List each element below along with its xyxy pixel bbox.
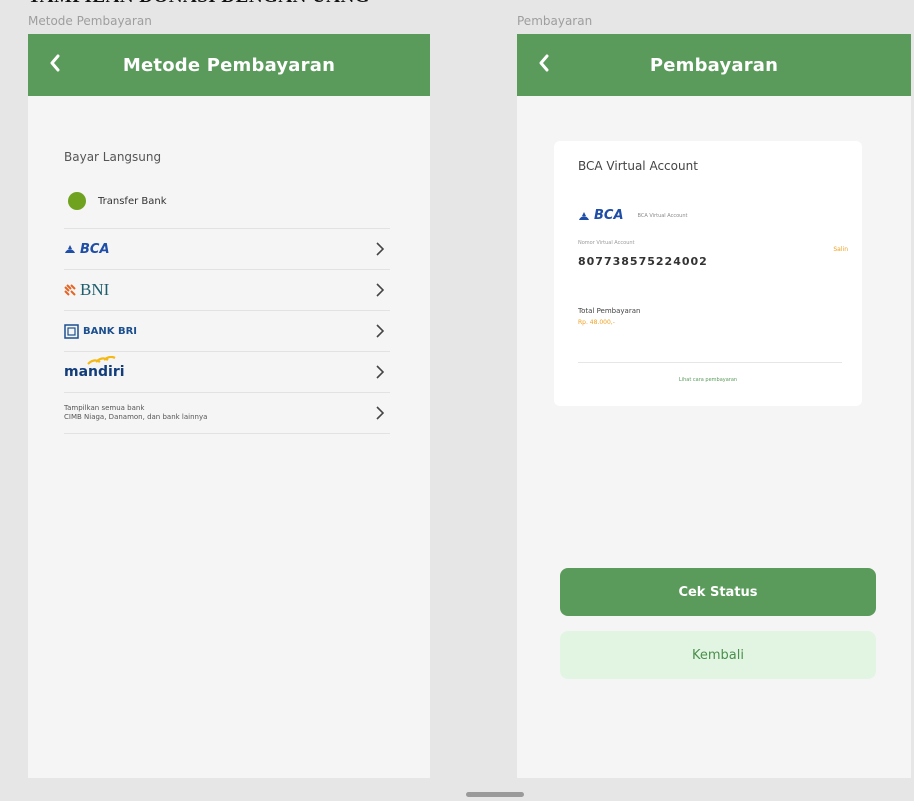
divider: [578, 362, 842, 363]
chevron-right-icon: [370, 239, 390, 259]
bank-list: BCA BNI BANK BRI mandiri Tampilkan semua…: [64, 228, 390, 434]
app-bar: Metode Pembayaran: [28, 34, 430, 96]
bank-subtitle: BCA Virtual Account: [637, 212, 688, 219]
bank-item-bca[interactable]: BCA: [64, 228, 390, 269]
section-title: Bayar Langsung: [64, 150, 162, 164]
bri-logo: BANK BRI: [64, 323, 137, 339]
bank-item-bri[interactable]: BANK BRI: [64, 310, 390, 351]
bri-mark-icon: [64, 323, 79, 339]
app-bar: Pembayaran: [517, 34, 911, 96]
home-indicator: [466, 792, 524, 797]
frame-label-pembayaran: Pembayaran: [517, 14, 593, 28]
bni-mark-icon: [64, 284, 76, 296]
method-label: Transfer Bank: [98, 195, 167, 207]
chevron-right-icon: [370, 280, 390, 300]
chevron-right-icon: [370, 403, 390, 423]
payment-method-screen: Metode Pembayaran Bayar Langsung Transfe…: [28, 34, 430, 778]
total-label: Total Pembayaran: [578, 307, 641, 315]
bca-mark-icon: [65, 245, 75, 253]
va-label: Nomor Virtual Account: [578, 240, 635, 246]
document-heading: TAMPILAN DONASI DENGAN UANG: [0, 0, 914, 8]
payment-instructions-link[interactable]: Lihat cara pembayaran: [554, 377, 862, 383]
back-button[interactable]: [531, 48, 557, 78]
bni-logo: BNI: [64, 280, 109, 300]
bank-item-others[interactable]: Tampilkan semua bank CIMB Niaga, Danamon…: [64, 392, 390, 434]
bca-mark-icon: [579, 211, 589, 220]
transfer-bank-option[interactable]: Transfer Bank: [68, 192, 167, 210]
mandiri-logo: mandiri: [64, 356, 125, 380]
page-title: Metode Pembayaran: [122, 54, 336, 76]
back-secondary-button[interactable]: Kembali: [560, 631, 876, 679]
payment-screen: Pembayaran BCA Virtual Account BCA BCA V…: [517, 34, 911, 778]
bank-item-mandiri[interactable]: mandiri: [64, 351, 390, 392]
back-chevron-icon: [50, 54, 60, 72]
bca-logo: BCA BCA Virtual Account: [578, 208, 687, 223]
card-title: BCA Virtual Account: [578, 159, 698, 173]
frame-label-metode: Metode Pembayaran: [28, 14, 152, 28]
chevron-right-icon: [370, 321, 390, 341]
virtual-account-card: BCA Virtual Account BCA BCA Virtual Acco…: [554, 141, 862, 406]
check-status-button[interactable]: Cek Status: [560, 568, 876, 616]
radio-selected-icon: [68, 192, 86, 210]
chevron-right-icon: [370, 362, 390, 382]
va-number: 807738575224002: [578, 255, 708, 268]
back-chevron-icon: [539, 54, 549, 72]
bank-item-bni[interactable]: BNI: [64, 269, 390, 310]
back-button[interactable]: [42, 48, 68, 78]
total-value: Rp. 48.000,-: [578, 319, 615, 326]
page-title: Pembayaran: [649, 54, 779, 76]
bca-logo: BCA: [64, 242, 110, 257]
other-banks-text: Tampilkan semua bank CIMB Niaga, Danamon…: [64, 404, 208, 421]
copy-button[interactable]: Salin: [833, 246, 848, 253]
mandiri-wave-icon: [87, 356, 116, 365]
